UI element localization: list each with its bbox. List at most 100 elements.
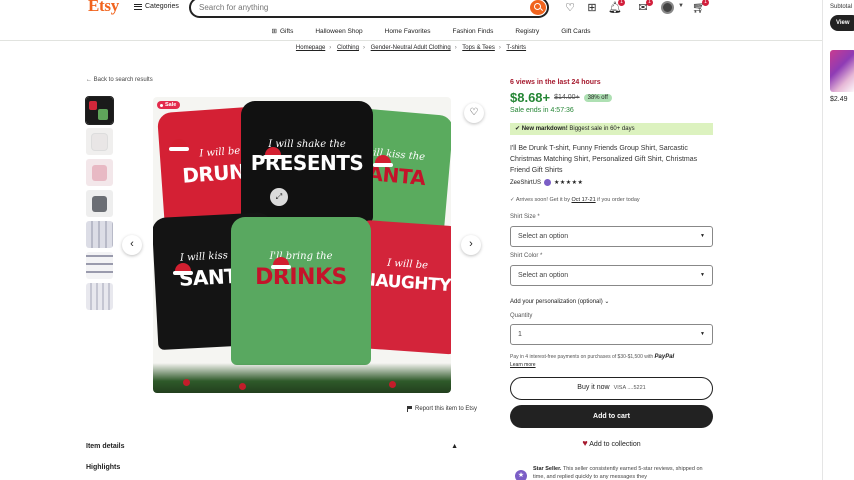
quantity-select[interactable]: 1 ▼ (510, 324, 713, 345)
personalization-toggle[interactable]: Add your personalization (optional) ⌄ (510, 298, 609, 305)
size-label: Shirt Size * (510, 214, 540, 220)
santa-hat (263, 147, 283, 159)
markdown-banner: ✔ New markdown! Biggest sale in 60+ days (510, 123, 713, 135)
cart-item-price: $2.49 (830, 96, 848, 103)
avatar[interactable] (661, 1, 674, 14)
santa-hat (173, 263, 193, 275)
add-to-cart-button[interactable]: Add to cart (510, 405, 713, 428)
top-bar: Etsy Categories ♡ ⊞ 🔔︎1 ✉1 ▼ 🛒︎1 (0, 0, 822, 20)
cart-side-panel: Subtotal View $2.49 (822, 0, 854, 480)
cart-icon[interactable]: 🛒︎ 1 (692, 0, 709, 15)
thumbnail-1[interactable] (85, 96, 114, 125)
shirt-black-presents: I will shake the PRESENTS (241, 101, 373, 223)
breadcrumb: Homepage › Clothing › Gender-Neutral Adult… (0, 45, 822, 51)
search-input[interactable] (199, 3, 499, 12)
categories-label: Categories (145, 3, 179, 10)
nav-item-halloween[interactable]: Halloween Shop (315, 22, 362, 40)
nav-item-fashion-finds[interactable]: Fashion Finds (453, 22, 494, 40)
messages-icon[interactable]: ✉ 1 (636, 0, 653, 15)
breadcrumb-clothing[interactable]: Clothing (337, 45, 359, 51)
prev-image-icon[interactable]: ‹ (122, 235, 142, 255)
rating-stars[interactable]: ★★★★★ (554, 179, 583, 186)
dropdown-arrow-icon: ▼ (700, 331, 705, 337)
thumbnail-5[interactable] (86, 221, 113, 248)
buy-now-button[interactable]: Buy it now VISA ....5221 (510, 377, 713, 400)
nav-item-gift-cards[interactable]: Gift Cards (561, 22, 590, 40)
views-count: 6 views in the last 24 hours (510, 79, 601, 86)
shop-name[interactable]: ZeeShirtUS (510, 180, 541, 186)
chevron-down-icon[interactable]: ▼ (678, 3, 684, 9)
item-details-toggle[interactable]: Item details ▲ (86, 443, 458, 450)
gift-icon[interactable]: ⊞ (585, 1, 599, 15)
heart-icon[interactable]: ♡ (563, 1, 577, 15)
delivery-date[interactable]: Oct 17-21 (571, 197, 595, 203)
thumbnail-7[interactable] (86, 283, 113, 310)
size-select[interactable]: Select an option ▼ (510, 226, 713, 247)
breadcrumb-separator: › (454, 45, 457, 51)
dropdown-arrow-icon: ▼ (700, 272, 705, 278)
breadcrumb-gender-neutral[interactable]: Gender-Neutral Adult Clothing (371, 45, 451, 51)
cart-item-thumbnail[interactable] (830, 50, 854, 92)
back-to-search-link[interactable]: ← Back to search results (86, 77, 153, 83)
categories-button[interactable]: Categories (134, 3, 179, 10)
current-price: $8.68+ (510, 90, 551, 105)
santa-hat (373, 155, 393, 167)
heart-icon: ♥ (582, 438, 588, 448)
next-image-icon[interactable]: › (461, 235, 481, 255)
bell-icon[interactable]: 🔔︎ 1 (608, 0, 625, 15)
thumbnail-list (85, 96, 114, 314)
ornament (239, 383, 246, 390)
verified-icon (544, 179, 552, 186)
search-icon[interactable] (530, 0, 546, 15)
original-price: $14.00+ (554, 94, 580, 101)
chevron-down-icon: ⌄ (604, 299, 610, 305)
favorite-heart-icon[interactable]: ♡ (464, 103, 484, 123)
star-seller-info: ★ Star Seller. This seller consistently … (515, 465, 713, 480)
breadcrumb-homepage[interactable]: Homepage (296, 45, 325, 51)
flag-icon (407, 406, 412, 412)
notification-badge: 1 (618, 0, 625, 6)
thumbnail-6[interactable] (86, 252, 113, 279)
highlights-heading: Highlights (86, 464, 121, 471)
quantity-label: Quantity (510, 313, 533, 319)
nav-item-registry[interactable]: Registry (515, 22, 539, 40)
santa-hat (271, 257, 291, 269)
thumbnail-4[interactable] (86, 190, 113, 217)
discount-badge: 38% off (583, 93, 612, 102)
etsy-logo[interactable]: Etsy (88, 0, 119, 16)
arrow-left-icon: ← (86, 77, 92, 83)
shirt-green-drinks: I'll bring the DRINKS (231, 217, 371, 365)
product-main-image[interactable]: I will be DRUNK I will kiss the SANTA I … (153, 97, 451, 393)
sub-navigation: ⊞ Gifts Halloween Shop Home Favorites Fas… (0, 22, 822, 40)
breadcrumb-tshirts[interactable]: T-shirts (506, 45, 526, 51)
nav-item-home-favorites[interactable]: Home Favorites (385, 22, 431, 40)
thumbnail-2[interactable] (86, 128, 113, 155)
check-icon: ✔ (515, 126, 521, 132)
paypal-logo: PayPal (654, 354, 675, 360)
installments-info: Pay in 4 interest-free payments on purch… (510, 354, 675, 368)
check-icon: ✓ (510, 197, 515, 203)
visa-card: VISA ....5221 (613, 385, 646, 391)
learn-more-link[interactable]: Learn more (510, 362, 536, 368)
thumbnail-3[interactable] (86, 159, 113, 186)
color-label: Shirt Color * (510, 253, 543, 259)
view-cart-button[interactable]: View (830, 15, 854, 31)
nav-item-gifts[interactable]: ⊞ Gifts (272, 22, 294, 40)
menu-icon (134, 3, 142, 10)
breadcrumb-separator: › (498, 45, 501, 51)
delivery-estimate: ✓ Arrives soon! Get it by Oct 17-21 if y… (510, 197, 640, 203)
expand-icon[interactable]: ⤢ (270, 188, 288, 206)
breadcrumb-tops-tees[interactable]: Tops & Tees (462, 45, 495, 51)
star-seller-icon: ★ (515, 470, 527, 480)
breadcrumb-separator: › (362, 45, 365, 51)
pine-decoration (153, 363, 451, 393)
price-row: $8.68+ $14.00+ 38% off (510, 90, 612, 105)
report-item-link[interactable]: Report this item to Etsy (407, 406, 477, 412)
gift-icon: ⊞ (271, 28, 277, 35)
chevron-up-icon: ▲ (451, 443, 458, 450)
add-to-collection-button[interactable]: ♥ Add to collection (510, 438, 713, 448)
dropdown-arrow-icon: ▼ (700, 233, 705, 239)
sale-badge: Sale (157, 101, 181, 109)
shop-info: ZeeShirtUS ★★★★★ (510, 179, 583, 186)
color-select[interactable]: Select an option ▼ (510, 265, 713, 286)
